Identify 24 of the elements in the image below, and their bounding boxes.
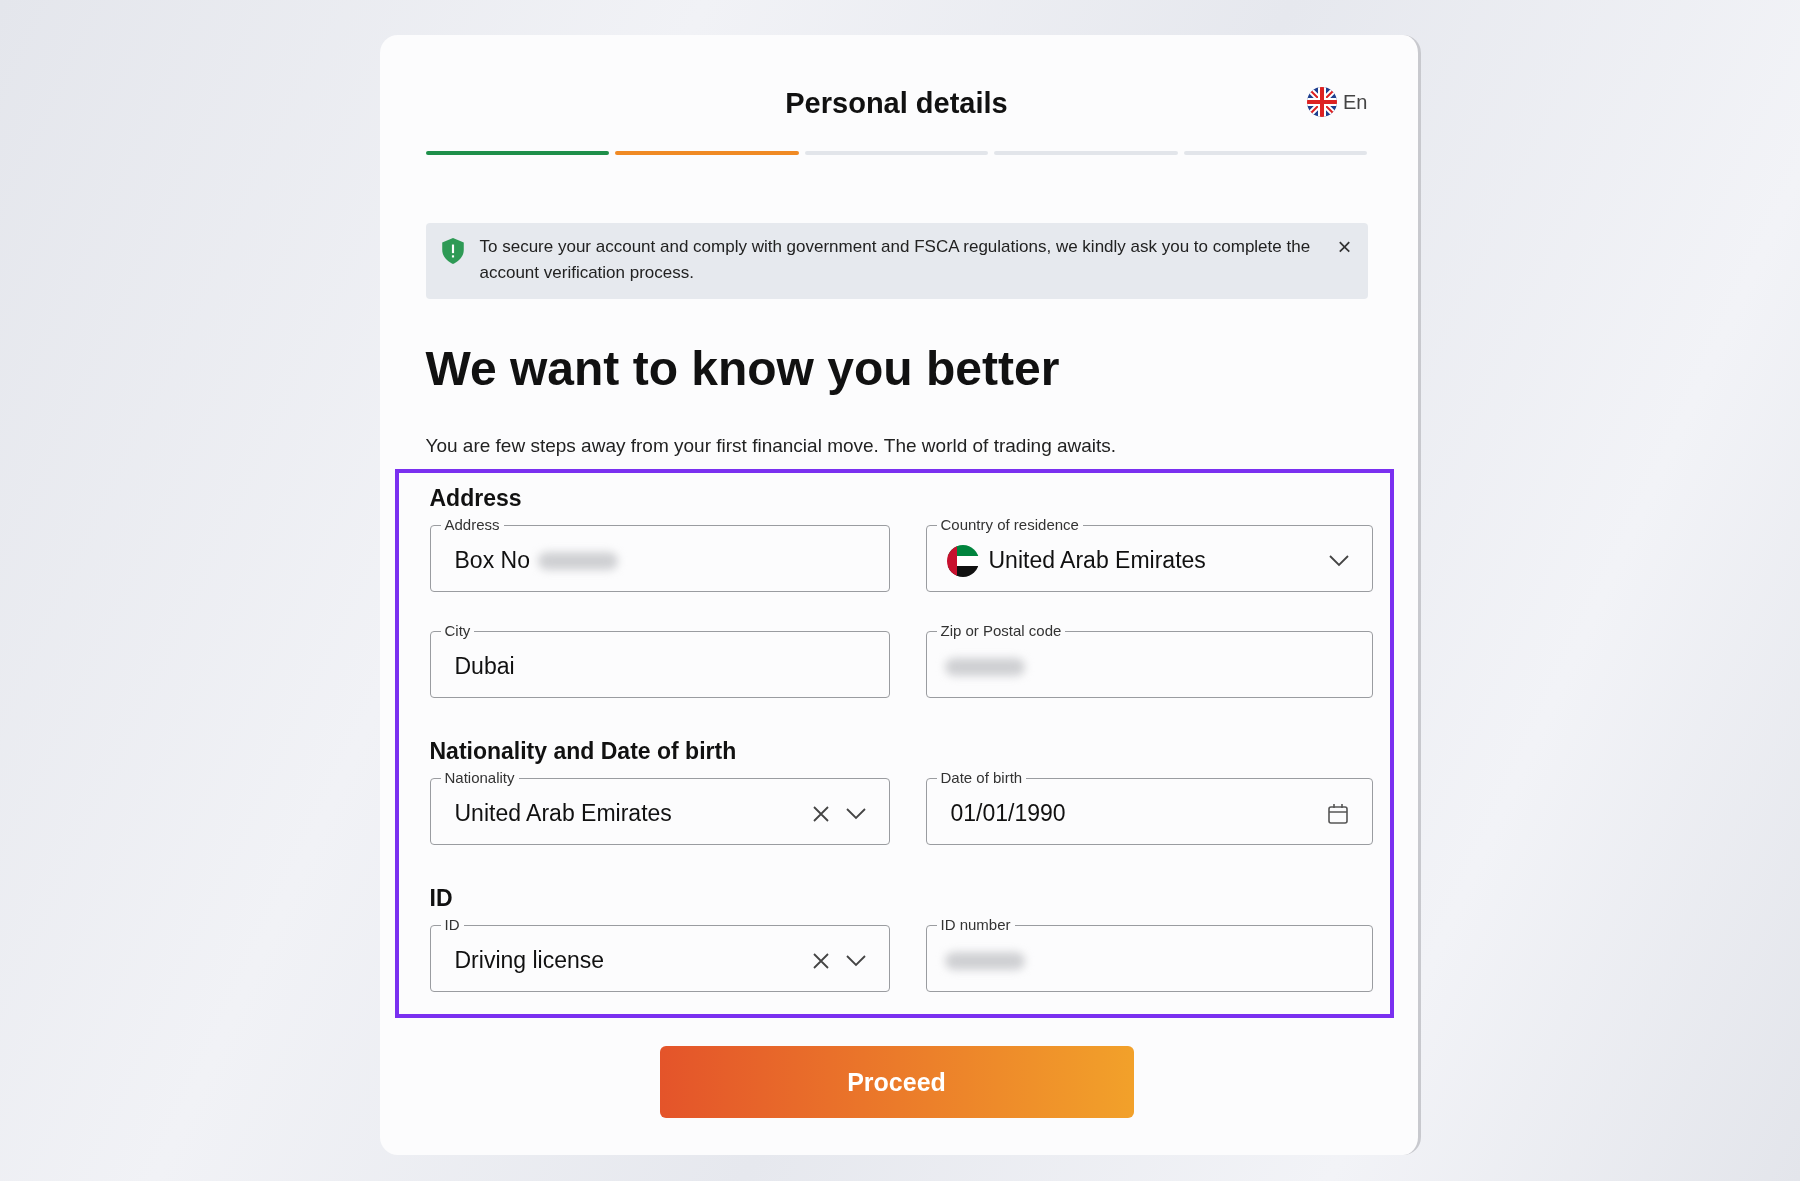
notice-text: To secure your account and comply with government and FSCA regulations, we kindly ask you to complete the account verification process.: [479, 236, 1312, 284]
flag-icon: [1307, 87, 1338, 117]
calendar-icon[interactable]: [1325, 801, 1350, 826]
heading: We want to know you better: [425, 341, 1061, 397]
close-button[interactable]: ×: [1327, 234, 1352, 258]
select-field[interactable]: Nationality United Arab Emirates: [429, 769, 890, 845]
clear-icon[interactable]: [810, 950, 831, 971]
shield-icon: [439, 237, 466, 265]
section-title: ID: [429, 885, 454, 912]
chevron-down-icon[interactable]: [844, 806, 867, 821]
input-field[interactable]: ID number: [925, 916, 1373, 992]
language-button[interactable]: En: [1307, 87, 1368, 117]
section-title: Address: [429, 485, 523, 512]
chevron-down-icon[interactable]: [844, 953, 867, 968]
input-field[interactable]: Zip or Postal code: [925, 622, 1373, 698]
page-title: Personal details: [785, 86, 1008, 120]
input-field[interactable]: City Dubai: [429, 622, 890, 698]
date-field[interactable]: Date of birth 01/01/1990: [925, 769, 1373, 845]
clear-icon[interactable]: [810, 803, 831, 824]
input-field[interactable]: Address Box No: [429, 516, 890, 592]
subtitle: You are few steps away from your first financial move. The world of trading awaits.: [425, 435, 1118, 457]
chevron-down-icon[interactable]: [1327, 553, 1350, 568]
section-title: Nationality and Date of birth: [429, 738, 738, 765]
select-field[interactable]: Country of residence United Arab Emirates: [925, 516, 1373, 592]
